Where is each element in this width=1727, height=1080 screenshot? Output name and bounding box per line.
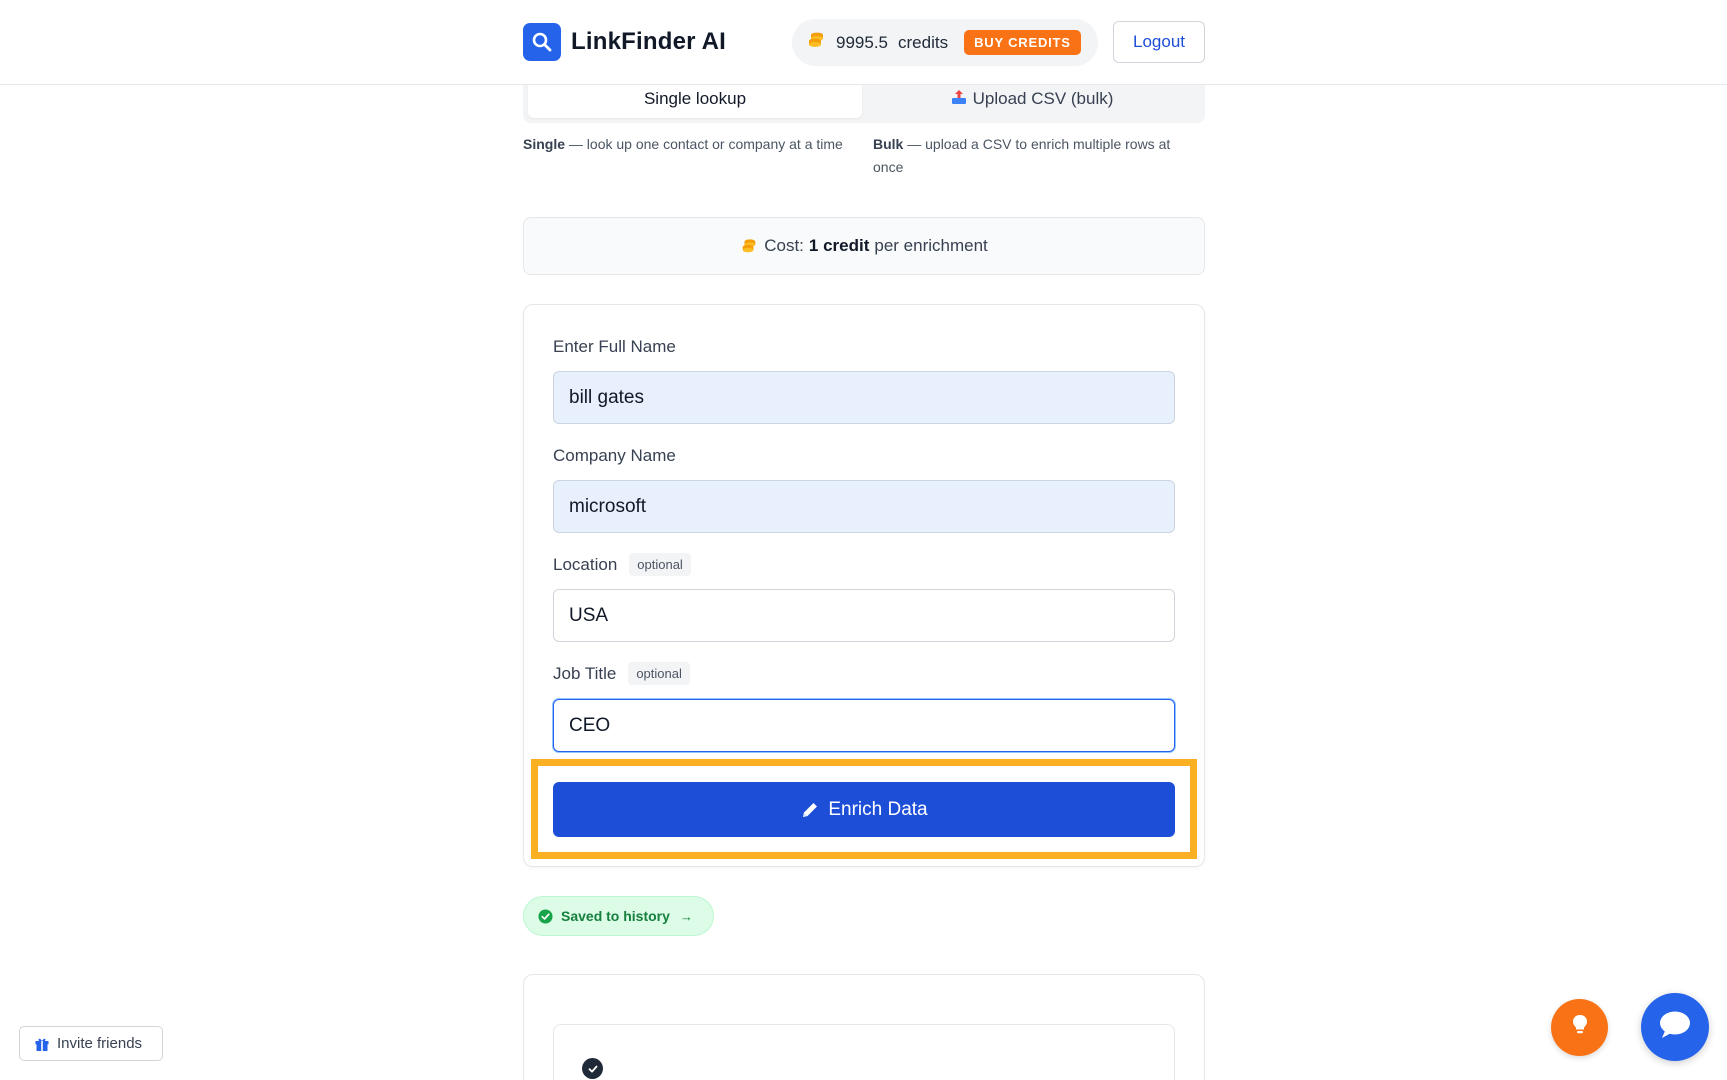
result-item	[553, 1024, 1175, 1080]
enrich-data-button[interactable]: Enrich Data	[553, 782, 1175, 837]
bulk-desc-text: — upload a CSV to enrich multiple rows a…	[873, 136, 1171, 175]
credits-label: credits	[898, 32, 949, 52]
cost-info: Cost: 1 credit per enrichment	[523, 217, 1205, 275]
invite-friends-label: Invite friends	[57, 1035, 143, 1052]
location-label-text: Location	[553, 554, 618, 574]
saved-to-history-link[interactable]: Saved to history →	[523, 896, 714, 936]
top-header: LinkFinder AI 9995.5 credits BUY CREDITS…	[0, 0, 1727, 85]
gift-icon	[34, 1036, 50, 1052]
check-icon	[582, 1058, 603, 1079]
cost-suffix: per enrichment	[874, 236, 988, 255]
bulk-description: Bulk — upload a CSV to enrich multiple r…	[873, 133, 1203, 179]
lookup-mode-tabs: Single lookup Upload CSV (bulk)	[523, 80, 1205, 123]
coins-icon	[740, 237, 758, 255]
company-name-label-text: Company Name	[553, 446, 676, 465]
location-input[interactable]	[553, 589, 1175, 642]
single-desc-text: — look up one contact or company at a ti…	[565, 136, 843, 152]
cost-amount: 1 credit	[808, 236, 870, 255]
arrow-right-icon: →	[679, 908, 693, 924]
credits-amount: 9995.5	[836, 32, 888, 52]
full-name-input[interactable]	[553, 371, 1175, 424]
check-circle-icon	[538, 908, 553, 924]
tab-upload-csv[interactable]: Upload CSV (bulk)	[864, 80, 1200, 118]
app-logo[interactable]: LinkFinder AI	[523, 23, 726, 61]
optional-badge: optional	[628, 662, 690, 685]
pencil-icon	[800, 800, 820, 820]
bulk-desc-title: Bulk	[873, 136, 904, 152]
chat-icon	[1658, 1010, 1692, 1045]
full-name-label-text: Enter Full Name	[553, 337, 676, 356]
full-name-label: Enter Full Name	[553, 337, 676, 357]
logout-button[interactable]: Logout	[1113, 21, 1205, 63]
enrich-data-label: Enrich Data	[828, 798, 928, 820]
saved-label: Saved to history	[561, 908, 670, 924]
job-title-label: Job Title optional	[553, 662, 690, 685]
cost-prefix: Cost:	[764, 236, 804, 255]
single-description: Single — look up one contact or company …	[523, 133, 853, 156]
job-title-input[interactable]	[553, 699, 1175, 752]
single-desc-title: Single	[523, 136, 566, 152]
search-icon	[523, 23, 561, 61]
lightbulb-button[interactable]	[1551, 999, 1608, 1056]
tab-single-lookup[interactable]: Single lookup	[528, 80, 862, 118]
credits-balance: 9995.5 credits BUY CREDITS	[792, 19, 1098, 66]
coins-icon	[806, 30, 826, 55]
chat-button[interactable]	[1641, 993, 1709, 1061]
app-name: LinkFinder AI	[571, 28, 727, 55]
tab-upload-csv-label: Upload CSV (bulk)	[972, 89, 1114, 108]
optional-badge: optional	[629, 553, 691, 576]
company-name-input[interactable]	[553, 480, 1175, 533]
buy-credits-button[interactable]: BUY CREDITS	[964, 30, 1081, 55]
company-name-label: Company Name	[553, 446, 676, 466]
lightbulb-icon	[1570, 1013, 1590, 1042]
location-label: Location optional	[553, 553, 691, 576]
invite-friends-button[interactable]: Invite friends	[19, 1026, 163, 1061]
upload-icon	[951, 89, 967, 110]
job-title-label-text: Job Title	[553, 663, 617, 683]
